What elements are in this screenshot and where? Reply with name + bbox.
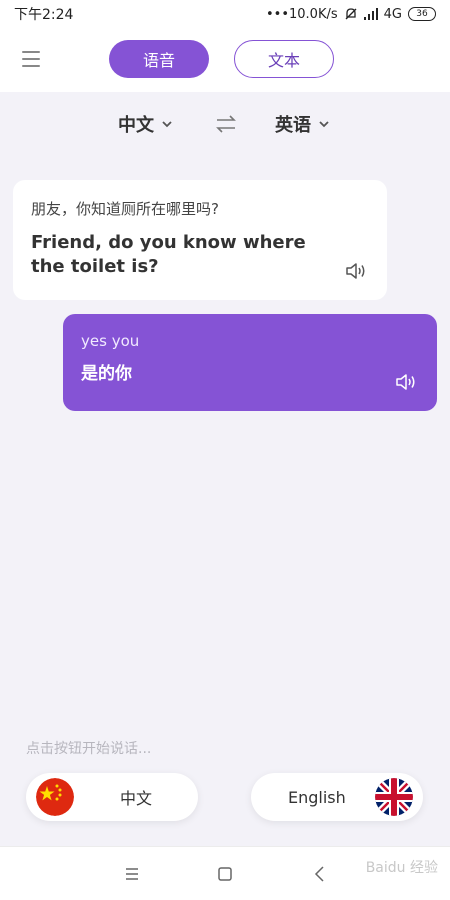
speaker-icon[interactable] <box>345 262 367 280</box>
speak-hint: 点击按钮开始说话... <box>26 741 152 757</box>
language-bar: 中文 英语 <box>0 100 450 148</box>
recent-apps-icon[interactable] <box>122 864 142 884</box>
network-speed: •••10.0K/s <box>266 6 338 22</box>
source-language-label: 中文 <box>118 115 154 136</box>
status-bar: 下午2:24 •••10.0K/s 4G 36 <box>0 0 450 28</box>
signal-icon <box>363 8 378 20</box>
message-source-text: 朋友，你知道厕所在哪里吗? <box>31 200 219 218</box>
source-language-select[interactable]: 中文 <box>118 111 172 137</box>
message-bubble-incoming: 朋友，你知道厕所在哪里吗? Friend, do you know where … <box>13 180 387 300</box>
message-bubble-outgoing: yes you 是的你 <box>63 314 437 411</box>
message-translation-text: 是的你 <box>81 364 132 384</box>
mute-icon <box>345 8 357 20</box>
english-button-label: English <box>288 787 346 807</box>
watermark: Baidu 经验 <box>365 860 438 876</box>
speaker-icon[interactable] <box>395 373 417 391</box>
header: 语音 文本 <box>0 28 450 92</box>
chevron-down-icon <box>162 121 172 128</box>
china-flag-icon <box>36 778 74 816</box>
home-icon[interactable] <box>215 864 235 884</box>
chinese-button-label: 中文 <box>120 789 153 808</box>
network-type: 4G <box>383 6 402 22</box>
target-language-label: 英语 <box>275 115 311 136</box>
tab-text[interactable]: 文本 <box>234 40 334 78</box>
target-language-select[interactable]: 英语 <box>275 111 329 137</box>
uk-flag-icon <box>375 778 413 816</box>
battery-icon: 36 <box>408 7 436 21</box>
menu-icon[interactable] <box>20 48 42 70</box>
speak-chinese-button[interactable]: 中文 <box>26 773 198 821</box>
message-translation-text: Friend, do you know where the toilet is? <box>31 232 306 277</box>
message-source-text: yes you <box>81 332 140 350</box>
tab-voice[interactable]: 语音 <box>109 40 209 78</box>
status-time: 下午2:24 <box>14 7 74 23</box>
system-nav-bar: Baidu 经验 <box>0 846 450 900</box>
back-icon[interactable] <box>310 864 330 884</box>
swap-icon[interactable] <box>214 112 238 136</box>
chevron-down-icon <box>319 121 329 128</box>
status-indicators: •••10.0K/s 4G 36 <box>266 7 436 22</box>
speak-english-button[interactable]: English <box>251 773 423 821</box>
